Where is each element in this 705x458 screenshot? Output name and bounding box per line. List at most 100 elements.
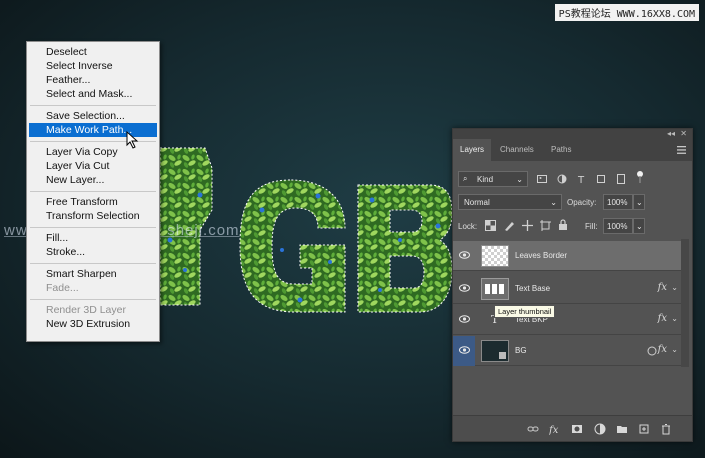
chevron-down-icon[interactable]: ⌄ (671, 345, 678, 354)
menu-item-stroke[interactable]: Stroke... (29, 245, 157, 259)
layer-thumbnail[interactable] (481, 278, 509, 300)
panel-collapse-arrows-icon[interactable]: ◂◂ (667, 129, 675, 139)
tab-paths[interactable]: Paths (544, 139, 578, 161)
visibility-toggle[interactable] (453, 336, 475, 366)
menu-item-select-and-mask[interactable]: Select and Mask... (29, 87, 157, 101)
menu-item-fill[interactable]: Fill... (29, 231, 157, 245)
lock-label: Lock: (458, 222, 478, 231)
chevron-down-icon: ⌄ (550, 198, 557, 207)
menu-item-new-3d-extrusion[interactable]: New 3D Extrusion (29, 317, 157, 331)
chevron-down-icon: ⌄ (636, 198, 643, 207)
visibility-toggle[interactable] (453, 305, 475, 335)
menu-item-transform-selection[interactable]: Transform Selection (29, 209, 157, 223)
eye-icon (459, 251, 470, 259)
layers-panel: ◂◂ ✕ Layers Channels Paths ⌕ Kind ⌄ T No… (452, 128, 693, 442)
layer-row-text-bkp[interactable]: T Text BKP fx ⌄ (453, 305, 681, 335)
panel-tab-row: Layers Channels Paths (453, 139, 692, 161)
eye-icon (459, 315, 470, 323)
menu-item-free-transform[interactable]: Free Transform (29, 195, 157, 209)
new-layer-icon[interactable] (638, 423, 650, 435)
type-filter-icon[interactable]: T (577, 174, 587, 184)
adjustment-filter-icon[interactable] (557, 174, 567, 184)
filter-kind-label: Kind (477, 175, 494, 184)
tab-layers[interactable]: Layers (453, 139, 492, 161)
menu-item-select-inverse[interactable]: Select Inverse (29, 59, 157, 73)
layer-thumbnail-tooltip: Layer thumbnail (494, 305, 556, 318)
lock-position-icon[interactable] (522, 220, 533, 231)
layer-name[interactable]: Text Base (515, 284, 550, 293)
menu-separator (30, 299, 156, 300)
menu-item-feather[interactable]: Feather... (29, 73, 157, 87)
blend-mode-value: Normal (464, 198, 490, 207)
layer-name[interactable]: BG (515, 346, 527, 355)
lock-image-icon[interactable] (504, 220, 515, 231)
fill-label: Fill: (585, 222, 598, 231)
chevron-down-icon: ⌄ (636, 222, 643, 231)
panel-title-bar[interactable]: ◂◂ ✕ (453, 129, 692, 139)
search-icon: ⌕ (463, 174, 468, 183)
layer-effects-icon[interactable]: fx (658, 282, 667, 293)
layer-effects-icon[interactable]: fx (658, 313, 667, 324)
adjustment-icon[interactable] (594, 423, 606, 435)
svg-text:fx: fx (549, 425, 559, 435)
fill-input[interactable]: 100% (603, 218, 633, 234)
menu-item-layer-via-cut[interactable]: Layer Via Cut (29, 159, 157, 173)
layer-thumbnail[interactable] (481, 245, 509, 267)
smart-object-badge-icon (499, 352, 506, 359)
svg-text:T: T (577, 175, 585, 184)
opacity-label: Opacity: (567, 198, 597, 207)
menu-separator (30, 263, 156, 264)
lock-artboard-icon[interactable] (540, 220, 551, 231)
lock-transparent-icon[interactable] (485, 220, 496, 231)
menu-separator (30, 105, 156, 106)
mask-icon[interactable] (571, 423, 583, 435)
smart-object-filter-icon[interactable] (616, 174, 626, 184)
mouse-pointer-icon (126, 131, 139, 149)
fx-icon[interactable]: fx (549, 423, 561, 435)
trash-icon[interactable] (660, 423, 672, 435)
layer-row-text-base[interactable]: Text Base fx ⌄ (453, 274, 681, 304)
leaf-letter-g (239, 179, 346, 313)
panel-close-icon[interactable]: ✕ (680, 129, 687, 139)
watermark-top: PS教程论坛 WWW.16XX8.COM (554, 4, 699, 21)
filter-toggle-icon[interactable] (635, 170, 645, 184)
layer-filter-select[interactable]: ⌕ Kind ⌄ (458, 171, 528, 187)
leaf-letter-b (357, 184, 453, 313)
menu-item-fade: Fade... (46, 282, 79, 294)
visibility-toggle[interactable] (453, 274, 475, 304)
menu-separator (30, 227, 156, 228)
smart-filter-icon[interactable] (647, 346, 657, 356)
menu-item-render-3d-layer: Render 3D Layer (46, 304, 126, 316)
layer-effects-icon[interactable]: fx (658, 344, 667, 355)
menu-item-smart-sharpen[interactable]: Smart Sharpen (29, 267, 157, 281)
fill-dropdown-button[interactable]: ⌄ (633, 218, 645, 234)
link-icon[interactable] (527, 423, 539, 435)
layers-bottom-toolbar: fx (453, 415, 692, 441)
menu-item-deselect[interactable]: Deselect (29, 45, 157, 59)
opacity-input[interactable]: 100% (603, 194, 633, 210)
opacity-value: 100% (607, 198, 628, 207)
group-icon[interactable] (616, 423, 628, 435)
chevron-down-icon[interactable]: ⌄ (671, 314, 678, 323)
eye-icon (459, 284, 470, 292)
layer-row-leaves-border[interactable]: Leaves Border (453, 241, 681, 271)
menu-separator (30, 191, 156, 192)
menu-item-save-selection[interactable]: Save Selection... (29, 109, 157, 123)
panel-menu-icon[interactable] (677, 146, 686, 154)
selection-context-menu: Deselect Select Inverse Feather... Selec… (26, 41, 160, 342)
shape-filter-icon[interactable] (596, 174, 606, 184)
layers-scrollbar[interactable] (681, 239, 689, 367)
pixel-filter-icon[interactable] (537, 174, 547, 184)
blend-mode-select[interactable]: Normal ⌄ (458, 194, 562, 210)
eye-icon (459, 346, 470, 354)
layer-row-bg[interactable]: BG fx ⌄ (453, 336, 681, 366)
chevron-down-icon[interactable]: ⌄ (671, 283, 678, 292)
menu-item-new-layer[interactable]: New Layer... (29, 173, 157, 187)
visibility-toggle[interactable] (453, 241, 475, 271)
tab-channels[interactable]: Channels (493, 139, 541, 161)
layer-name[interactable]: Leaves Border (515, 251, 567, 260)
layer-thumbnail[interactable] (481, 340, 509, 362)
text-shape-thumbnail-icon (485, 284, 504, 294)
lock-all-icon[interactable] (558, 219, 568, 231)
opacity-dropdown-button[interactable]: ⌄ (633, 194, 645, 210)
